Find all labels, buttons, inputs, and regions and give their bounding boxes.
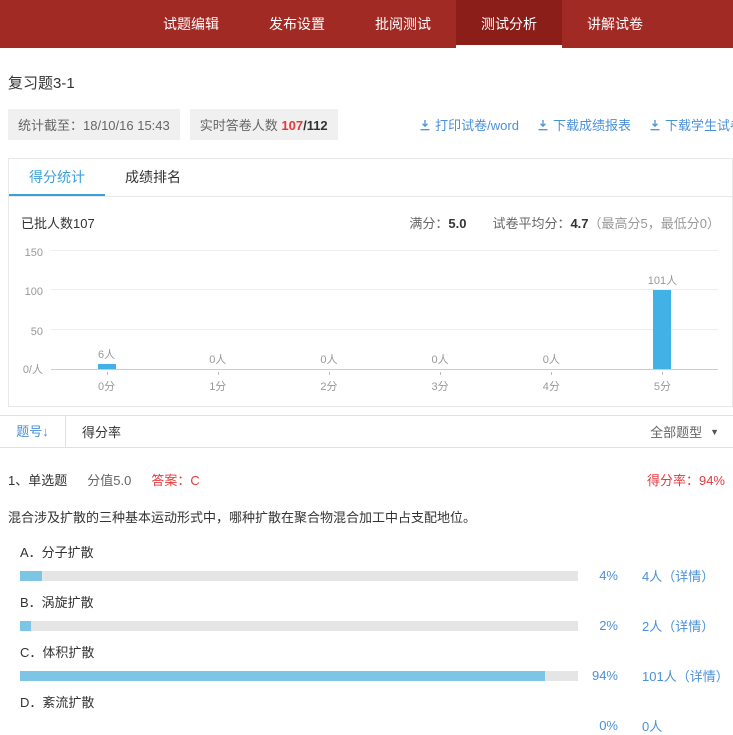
option-row: A．分子扩散 4% 4人（详情）: [20, 542, 733, 585]
respondents-label: 实时答卷人数: [200, 118, 282, 133]
graded-count: 已批人数107: [21, 213, 95, 232]
statistics-panel: 得分统计 成绩排名 已批人数107 满分：5.0 试卷平均分：4.7（最高分5，最…: [8, 158, 733, 407]
option-label: A．分子扩散: [20, 542, 733, 561]
panel-meta: 已批人数107 满分：5.0 试卷平均分：4.7（最高分5，最低分0）: [9, 197, 732, 234]
chart-x-tick-label: 5分: [607, 372, 718, 392]
score-summary: 满分：5.0 试卷平均分：4.7（最高分5，最低分0）: [409, 213, 720, 232]
chart-x-tick-label: 0分: [51, 372, 162, 392]
option-bar-track: [20, 721, 578, 731]
option-percent: 0%: [582, 718, 618, 733]
option-bar-track: [20, 621, 578, 631]
panel-tabs: 得分统计 成绩排名: [9, 159, 732, 197]
option-percent: 2%: [582, 618, 618, 633]
chart-bar-column: 0人: [162, 351, 273, 369]
full-score-label: 满分：: [409, 216, 448, 231]
download-icon: [537, 119, 549, 131]
download-student-papers-link[interactable]: 下载学生试卷: [649, 115, 733, 134]
option-label: B．涡旋扩散: [20, 592, 733, 611]
question-number-sort[interactable]: 题号↓: [0, 416, 66, 447]
nav-tab-publish-settings[interactable]: 发布设置: [244, 0, 350, 48]
nav-tab-explain-paper[interactable]: 讲解试卷: [562, 0, 668, 48]
option-bar-track: [20, 571, 578, 581]
option-count-detail-link[interactable]: 4人（详情）: [642, 566, 714, 585]
respondents-count: 实时答卷人数 107/112: [190, 109, 338, 140]
option-percent: 94%: [582, 668, 618, 683]
question-text: 混合涉及扩散的三种基本运动形式中，哪种扩散在聚合物混合加工中占支配地位。: [8, 507, 725, 526]
chart-x-labels: 0分1分2分3分4分5分: [51, 372, 718, 392]
stats-row: 统计截至：18/10/16 15:43 实时答卷人数 107/112 打印试卷/…: [8, 109, 733, 140]
download-links: 打印试卷/word 下载成绩报表 下载学生试卷: [419, 115, 733, 134]
option-count-detail-link[interactable]: 2人（详情）: [642, 616, 714, 635]
option-percent: 4%: [582, 568, 618, 583]
question-answer: 答案：C: [151, 470, 199, 489]
option-row: D．紊流扩散 0% 0人: [20, 692, 733, 735]
option-label: C．体积扩散: [20, 642, 733, 661]
chart-x-tick-label: 4分: [496, 372, 607, 392]
avg-label: 试卷平均分：: [492, 216, 570, 231]
full-score-value: 5.0: [448, 216, 466, 231]
question-block: 1、单选题 分值5.0 答案：C 得分率：94% 混合涉及扩散的三种基本运动形式…: [0, 470, 733, 735]
score-rate-column-label: 得分率: [82, 422, 121, 441]
option-row: C．体积扩散 94% 101人（详情）: [20, 642, 733, 685]
download-grades-label: 下载成绩报表: [553, 115, 631, 134]
download-grades-link[interactable]: 下载成绩报表: [537, 115, 631, 134]
option-bar-fill: [20, 571, 42, 581]
question-header: 1、单选题 分值5.0 答案：C 得分率：94%: [8, 470, 725, 489]
chart-x-tick-label: 2分: [273, 372, 384, 392]
option-row: B．涡旋扩散 2% 2人（详情）: [20, 592, 733, 635]
chart-bar-column: 101人: [607, 272, 718, 369]
question-type-dropdown[interactable]: 全部题型 ▼: [650, 422, 719, 441]
chart-plot: 6人0人0人0人0人101人: [51, 250, 718, 370]
option-count-detail-link[interactable]: 101人（详情）: [642, 666, 729, 685]
download-icon: [649, 119, 661, 131]
option-list: A．分子扩散 4% 4人（详情） B．涡旋扩散 2% 2人（详情） C．体积扩散…: [20, 542, 733, 735]
chart-bar-column: 0人: [273, 351, 384, 369]
print-paper-link[interactable]: 打印试卷/word: [419, 115, 519, 134]
question-score: 分值5.0: [87, 470, 131, 489]
avg-note: （最高分5，最低分0）: [589, 216, 720, 231]
tab-rank[interactable]: 成绩排名: [105, 159, 201, 196]
chart-x-tick-label: 3分: [385, 372, 496, 392]
chart-bar-column: 0人: [496, 351, 607, 369]
avg-value: 4.7: [570, 216, 588, 231]
download-student-papers-label: 下载学生试卷: [665, 115, 733, 134]
respondents-total: /112: [303, 118, 328, 133]
option-count-link[interactable]: 0人: [642, 716, 662, 735]
score-distribution-chart: 0/人50100150 6人0人0人0人0人101人 0分1分2分3分4分5分: [15, 250, 722, 392]
option-bar-fill: [20, 621, 31, 631]
chart-x-tick-label: 1分: [162, 372, 273, 392]
page-title: 复习题3-1: [8, 72, 733, 93]
respondents-current: 107: [281, 118, 303, 133]
question-type-dropdown-label: 全部题型: [650, 422, 702, 441]
chart-y-axis: 0/人50100150: [15, 250, 49, 392]
nav-tab-review-test[interactable]: 批阅测试: [350, 0, 456, 48]
chevron-down-icon: ▼: [710, 427, 719, 437]
nav-tab-question-edit[interactable]: 试题编辑: [138, 0, 244, 48]
chart-bar-column: 0人: [385, 351, 496, 369]
download-icon: [419, 119, 431, 131]
option-bar-fill: [20, 671, 545, 681]
question-index-type: 1、单选题: [8, 470, 67, 489]
question-filter-row: 题号↓ 得分率 全部题型 ▼: [0, 415, 733, 448]
option-label: D．紊流扩散: [20, 692, 733, 711]
top-nav: 试题编辑 发布设置 批阅测试 测试分析 讲解试卷: [0, 0, 733, 48]
option-bar-track: [20, 671, 578, 681]
print-paper-label: 打印试卷/word: [435, 115, 519, 134]
chart-bar-column: 6人: [51, 346, 162, 369]
nav-tab-test-analysis[interactable]: 测试分析: [456, 0, 562, 48]
tab-score-statistics[interactable]: 得分统计: [9, 159, 105, 196]
question-score-rate: 得分率：94%: [647, 470, 725, 489]
stats-deadline: 统计截至：18/10/16 15:43: [8, 109, 180, 140]
